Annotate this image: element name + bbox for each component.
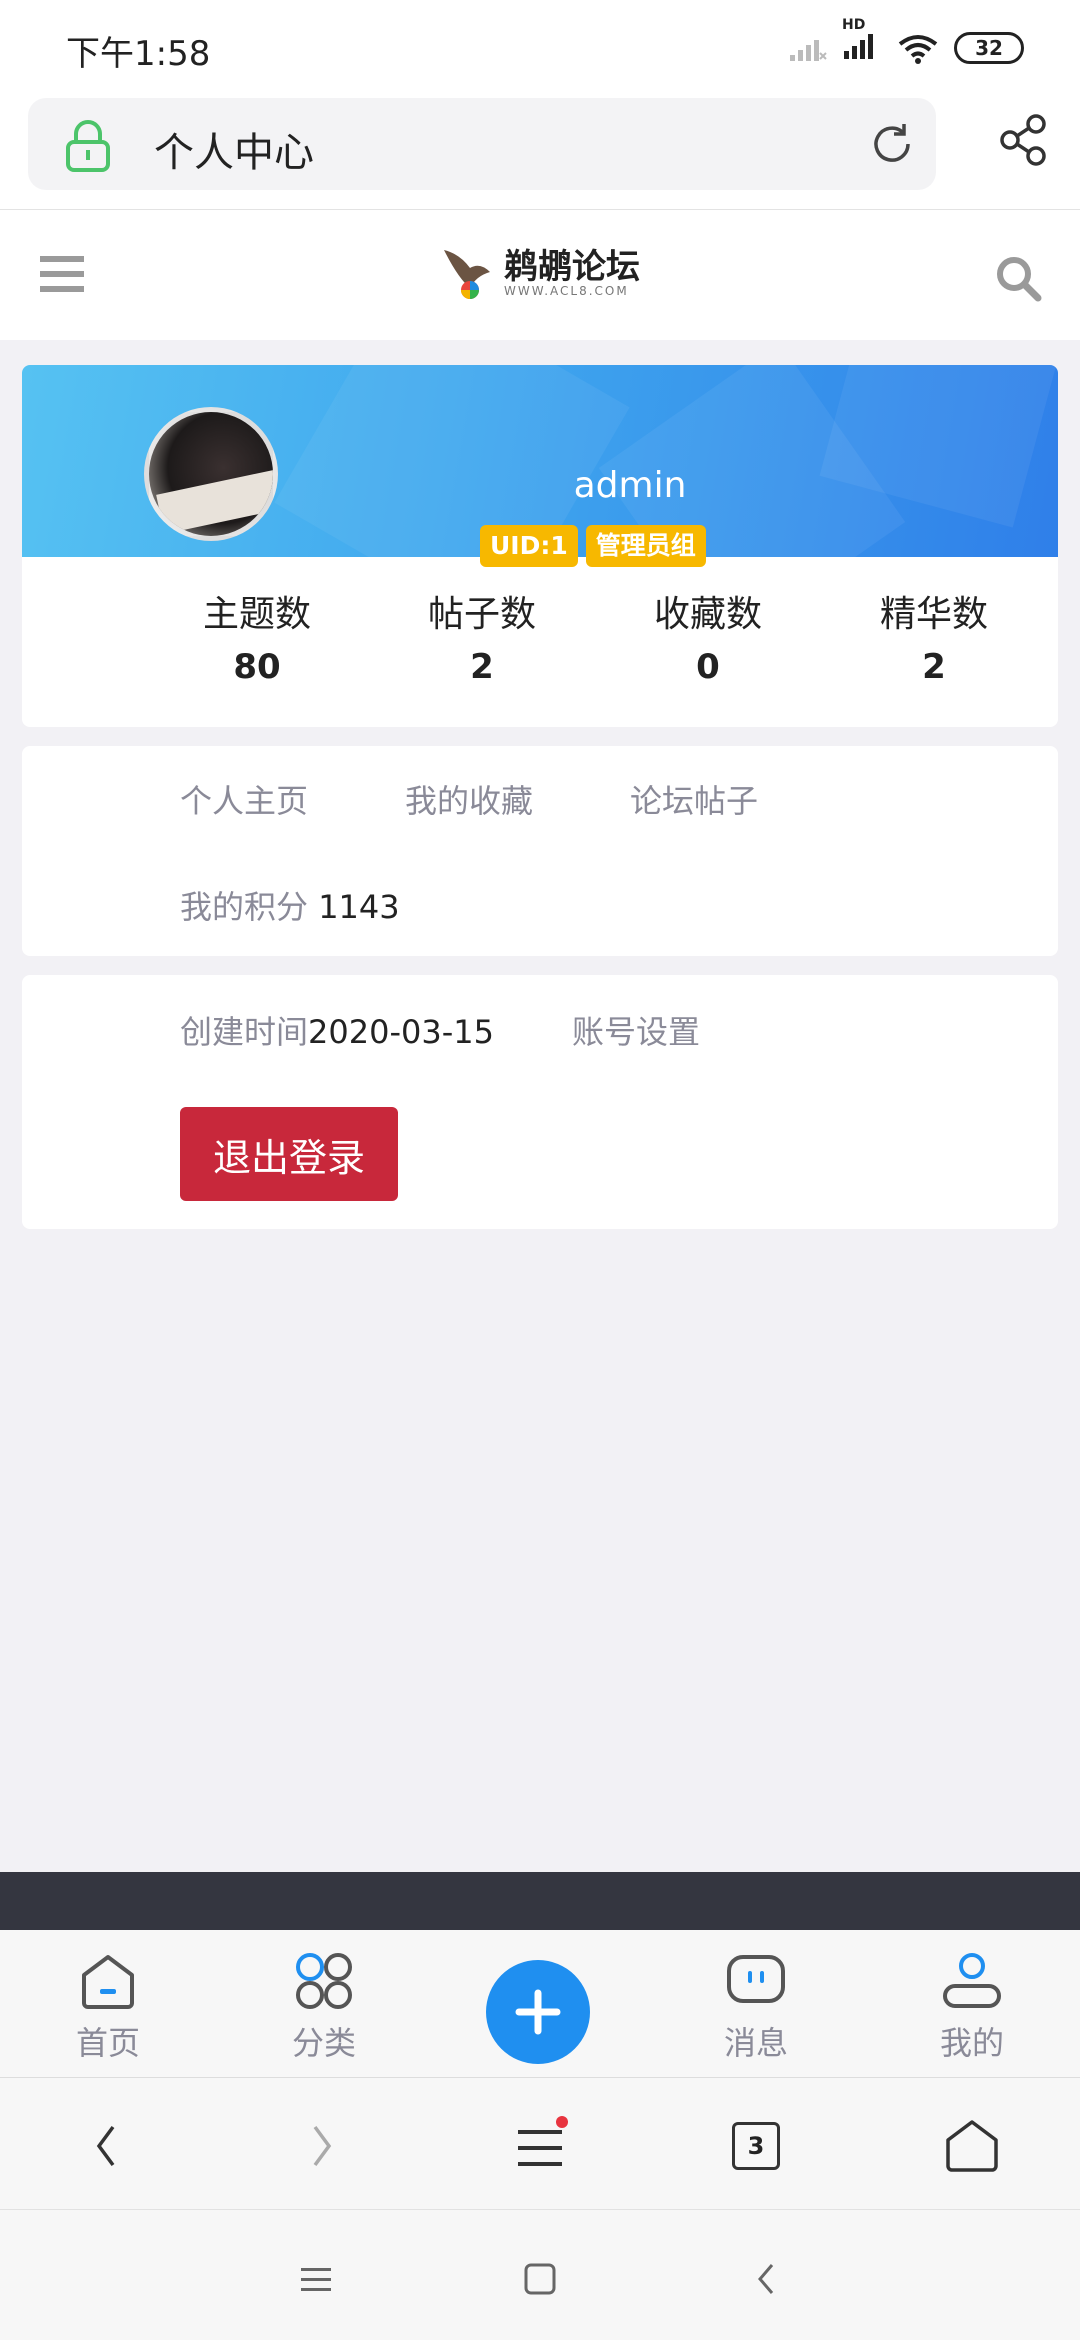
- message-icon: [727, 1955, 785, 2003]
- browser-nav-bar: 3: [0, 2078, 1080, 2210]
- stat-value: 80: [233, 647, 281, 687]
- back-triangle-icon: [758, 2264, 774, 2294]
- link-homepage[interactable]: 个人主页: [180, 776, 308, 822]
- status-icons: HD 32: [788, 17, 1024, 68]
- tab-home-label: 首页: [75, 2024, 140, 2062]
- stat-topics[interactable]: 主题数 80: [157, 585, 357, 687]
- logout-button[interactable]: 退出登录: [180, 1107, 398, 1201]
- page-title: 个人中心: [154, 130, 314, 176]
- stat-label: 精华数: [879, 594, 988, 635]
- stat-value: 0: [696, 647, 720, 687]
- site-name: 鹈鹕论坛: [504, 247, 640, 287]
- status-time: 下午1:58: [66, 34, 211, 74]
- created-row: 创建时间2020-03-15: [180, 1007, 494, 1053]
- link-favorites[interactable]: 我的收藏: [405, 776, 533, 822]
- forward-button[interactable]: [282, 2114, 362, 2178]
- recents-button[interactable]: [286, 2254, 346, 2304]
- signal-hd-icon: HD: [842, 17, 882, 65]
- stat-posts[interactable]: 帖子数 2: [382, 585, 582, 687]
- stat-label: 帖子数: [427, 594, 536, 635]
- status-bar: 下午1:58 HD 32: [0, 0, 1080, 92]
- hamburger-menu-icon[interactable]: [40, 254, 84, 294]
- pelican-logo-icon: [444, 250, 490, 299]
- lock-icon: [66, 120, 110, 172]
- tabs-icon: 3: [732, 2122, 780, 2170]
- battery-icon: 32: [954, 32, 1024, 64]
- created-label: 创建时间: [180, 1013, 309, 1051]
- share-icon[interactable]: [996, 112, 1052, 168]
- profile-card: admin UID:1 管理员组 主题数 80 帖子数 2 收藏数 0 精华数 …: [22, 365, 1058, 727]
- home-outline-icon: [946, 2120, 998, 2172]
- user-icon: [943, 1953, 1001, 2008]
- stat-value: 2: [470, 647, 494, 687]
- stat-label: 主题数: [202, 594, 311, 635]
- user-badges: UID:1 管理员组: [480, 525, 706, 567]
- square-icon: [524, 2263, 556, 2295]
- category-icon: [296, 1953, 352, 2009]
- site-domain: WWW.ACL8.COM: [504, 284, 629, 298]
- menu-icon: [518, 2116, 568, 2166]
- add-post-button[interactable]: [486, 1960, 590, 2064]
- site-tab-bar: 首页 分类 消息 我的: [0, 1930, 1080, 2078]
- stat-featured[interactable]: 精华数 2: [834, 585, 1034, 687]
- plus-icon: [515, 1989, 561, 2035]
- back-button[interactable]: [66, 2114, 146, 2178]
- tab-category-label: 分类: [291, 2024, 356, 2062]
- address-bar[interactable]: 个人中心: [28, 98, 936, 190]
- tab-home[interactable]: 首页: [38, 1948, 178, 2064]
- browser-home-button[interactable]: [932, 2114, 1012, 2178]
- tab-messages[interactable]: 消息: [686, 1948, 826, 2064]
- search-icon[interactable]: [994, 254, 1042, 302]
- stat-favorites[interactable]: 收藏数 0: [608, 585, 808, 687]
- tabs-button[interactable]: 3: [716, 2114, 796, 2178]
- chevron-right-icon: [313, 2125, 332, 2167]
- tab-mine-label: 我的: [939, 2024, 1004, 2062]
- uid-badge: UID:1: [480, 525, 578, 567]
- signal-weak-icon: [790, 40, 827, 61]
- link-posts[interactable]: 论坛帖子: [630, 776, 758, 822]
- stat-value: 2: [922, 647, 946, 687]
- system-home-button[interactable]: [510, 2254, 570, 2304]
- points-value: 1143: [318, 888, 400, 926]
- chevron-left-icon: [96, 2125, 115, 2167]
- points-label: 我的积分: [180, 888, 309, 926]
- site-logo[interactable]: 鹈鹕论坛 WWW.ACL8.COM: [440, 244, 640, 304]
- browser-toolbar: 个人中心: [0, 92, 1080, 210]
- stat-label: 收藏数: [653, 594, 762, 635]
- recents-icon: [301, 2268, 331, 2291]
- wifi-icon: [898, 35, 938, 64]
- created-date: 2020-03-15: [308, 1013, 494, 1051]
- account-card: 创建时间2020-03-15 账号设置 退出登录: [22, 975, 1058, 1229]
- points-row: 我的积分 1143: [180, 882, 400, 928]
- account-settings-link[interactable]: 账号设置: [572, 1007, 700, 1053]
- tab-count: 3: [747, 2132, 765, 2160]
- tab-mine[interactable]: 我的: [902, 1948, 1042, 2064]
- site-header: 鹈鹕论坛 WWW.ACL8.COM: [0, 210, 1080, 340]
- group-badge: 管理员组: [585, 525, 706, 567]
- username: admin: [573, 465, 687, 506]
- battery-level: 32: [975, 36, 1003, 60]
- system-back-button[interactable]: [736, 2254, 796, 2304]
- network-hd-label: HD: [842, 17, 866, 33]
- browser-menu-button[interactable]: [500, 2114, 580, 2178]
- tab-category[interactable]: 分类: [254, 1948, 394, 2064]
- links-card: 个人主页 我的收藏 论坛帖子 我的积分 1143: [22, 746, 1058, 956]
- footer-strip: [0, 1872, 1080, 1930]
- home-icon: [82, 1955, 134, 2009]
- reload-icon[interactable]: [866, 118, 918, 170]
- tab-messages-label: 消息: [723, 2024, 788, 2062]
- system-nav-bar: [0, 2210, 1080, 2340]
